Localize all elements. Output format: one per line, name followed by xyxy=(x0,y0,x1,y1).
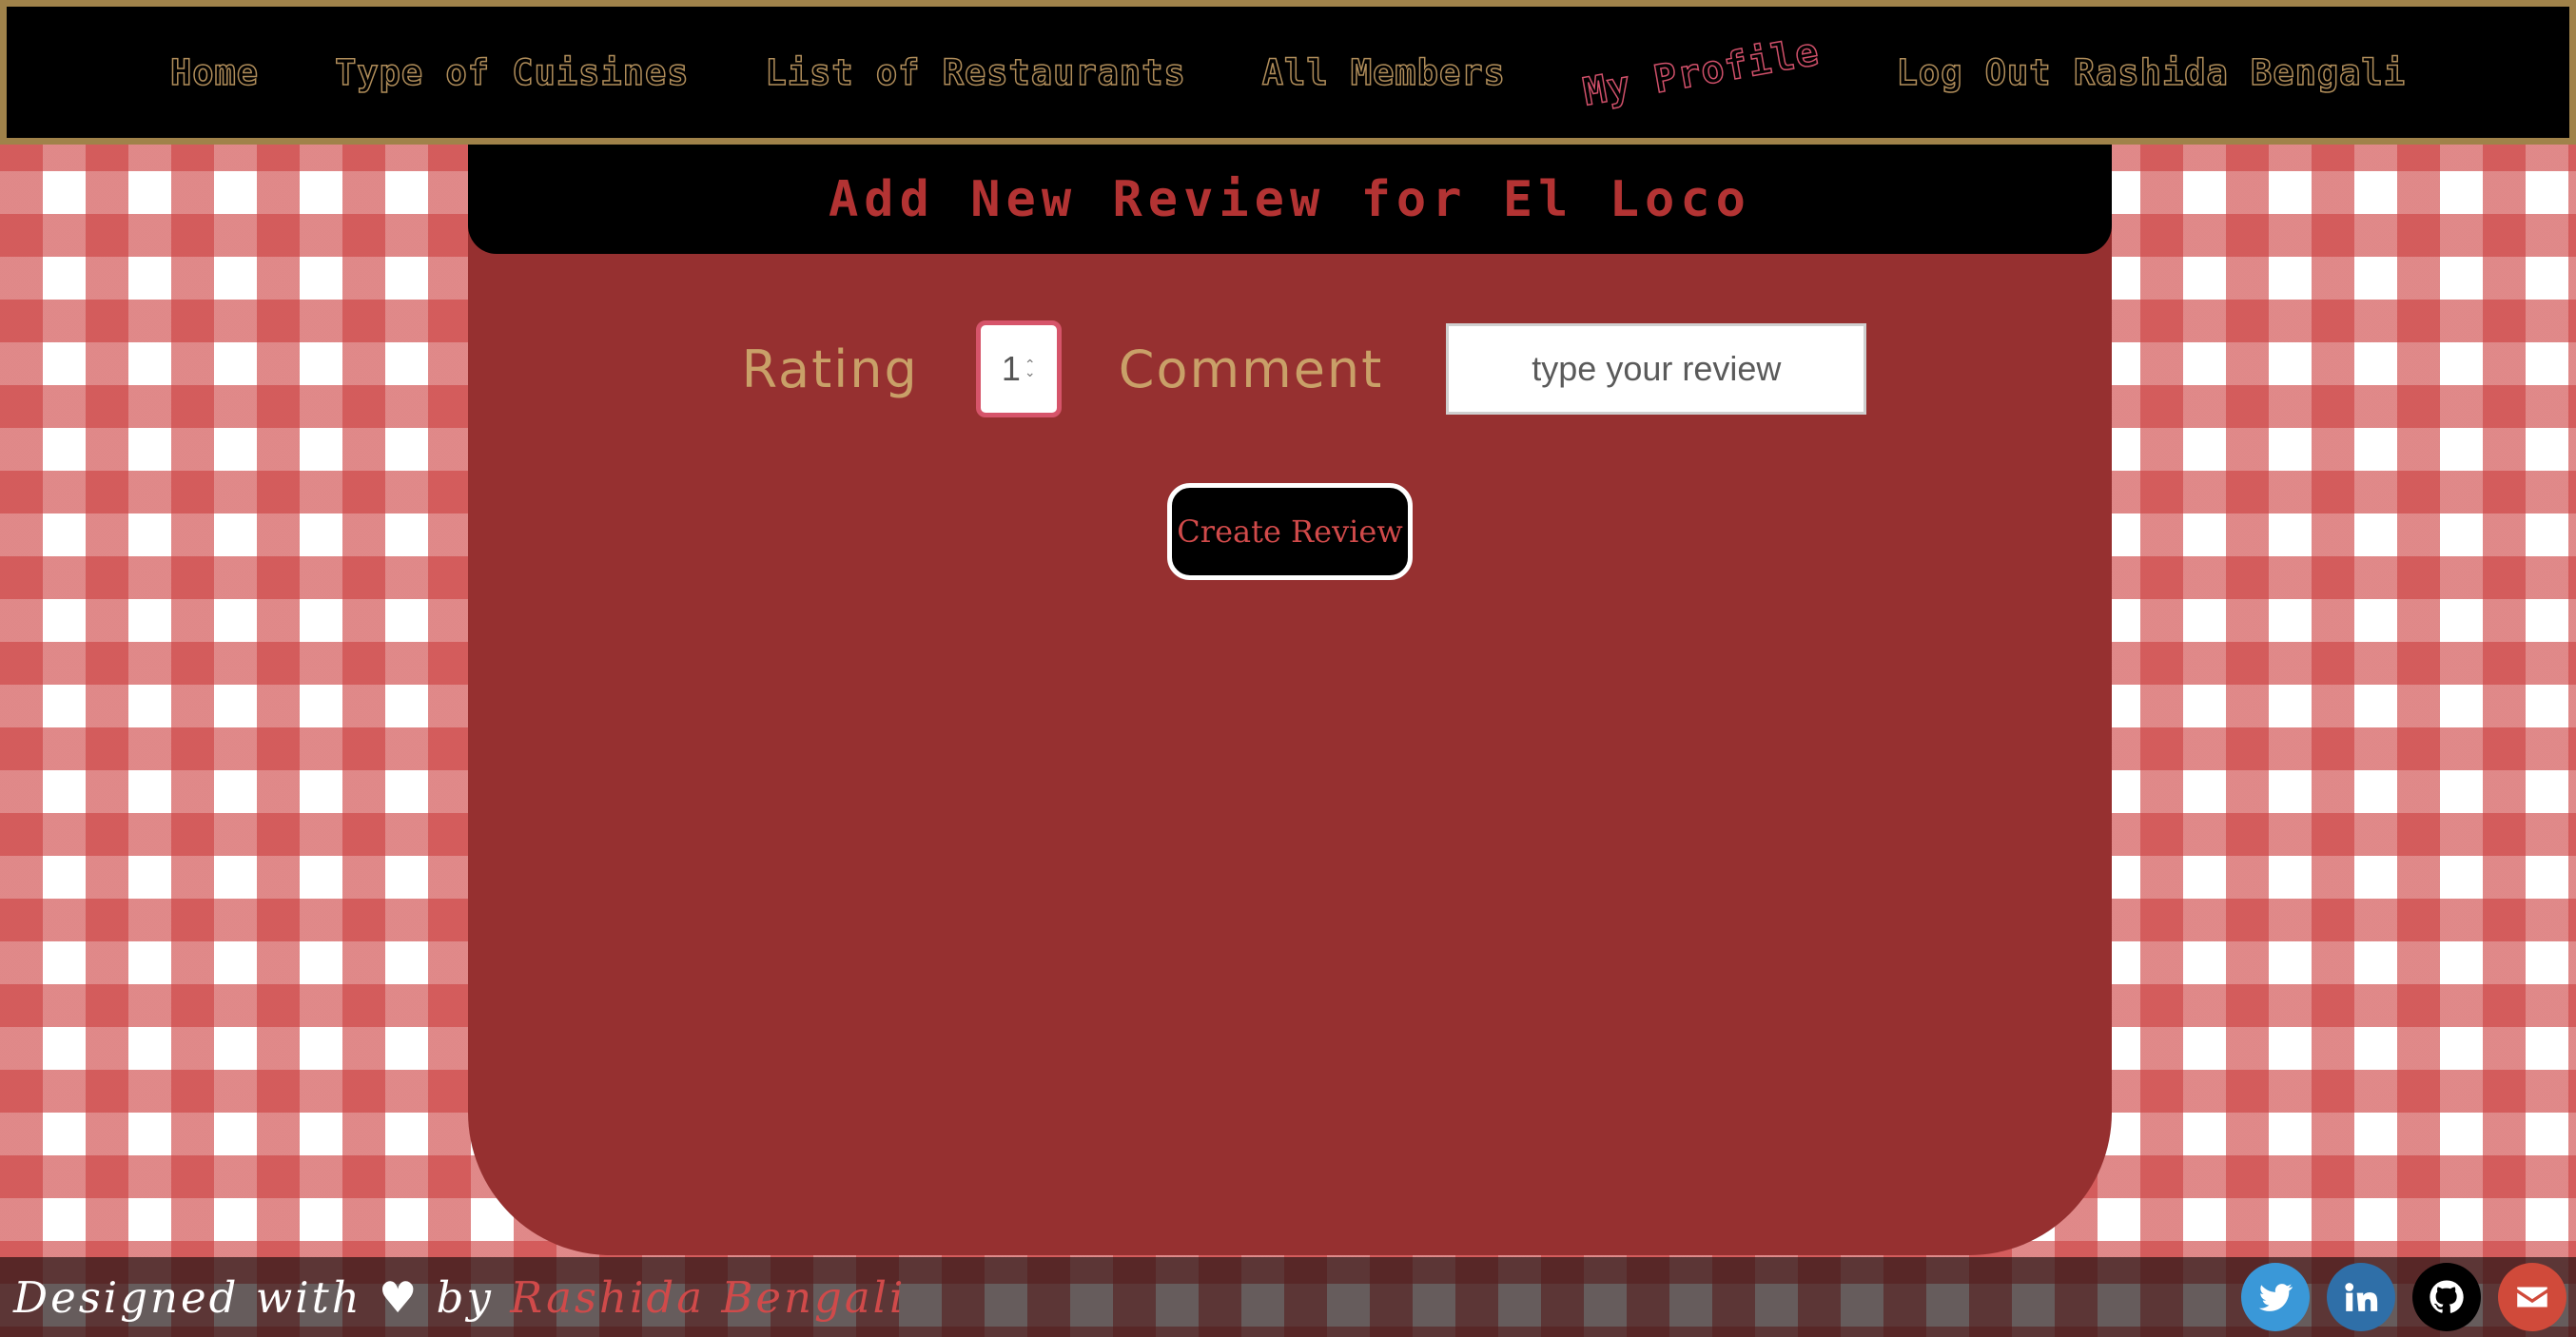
rating-stepper[interactable]: 1 ⌃ ⌄ xyxy=(975,320,1062,417)
mail-link[interactable] xyxy=(2498,1263,2566,1331)
linkedin-link[interactable] xyxy=(2327,1263,2395,1331)
footer: Designed with ♥ by Rashida Bengali xyxy=(0,1257,2576,1337)
footer-credit: Designed with ♥ by Rashida Bengali xyxy=(13,1272,906,1323)
rating-label: Rating xyxy=(741,339,919,399)
nav-type-of-cuisines[interactable]: Type of Cuisines xyxy=(334,51,689,94)
nav-list-of-restaurants[interactable]: List of Restaurants xyxy=(765,51,1186,94)
panel-header: Add New Review for El Loco xyxy=(468,145,2112,254)
twitter-icon xyxy=(2258,1284,2293,1311)
comment-label: Comment xyxy=(1118,339,1384,399)
linkedin-icon xyxy=(2345,1283,2378,1311)
review-panel: Add New Review for El Loco Rating 1 ⌃ ⌄ C… xyxy=(468,145,2112,1255)
review-form: Rating 1 ⌃ ⌄ Comment xyxy=(468,320,2112,417)
top-navbar: Home Type of Cuisines List of Restaurant… xyxy=(0,0,2576,145)
nav-my-profile[interactable]: My Profile xyxy=(1579,29,1824,115)
github-icon xyxy=(2430,1280,2464,1313)
page-title: Add New Review for El Loco xyxy=(829,170,1751,228)
twitter-link[interactable] xyxy=(2241,1263,2310,1331)
footer-credit-text: Designed with ♥ by xyxy=(13,1271,511,1323)
nav-log-out[interactable]: Log Out Rashida Bengali xyxy=(1896,51,2406,94)
rating-value: 1 xyxy=(1001,349,1021,388)
mail-icon xyxy=(2517,1287,2547,1308)
nav-home[interactable]: Home xyxy=(169,51,259,94)
github-link[interactable] xyxy=(2412,1263,2481,1331)
create-review-button[interactable]: Create Review xyxy=(1167,483,1413,580)
spinner-arrows-icon[interactable]: ⌃ ⌄ xyxy=(1025,358,1036,379)
nav-all-members[interactable]: All Members xyxy=(1261,51,1506,94)
comment-input[interactable] xyxy=(1446,323,1867,415)
footer-author: Rashida Bengali xyxy=(510,1271,907,1323)
